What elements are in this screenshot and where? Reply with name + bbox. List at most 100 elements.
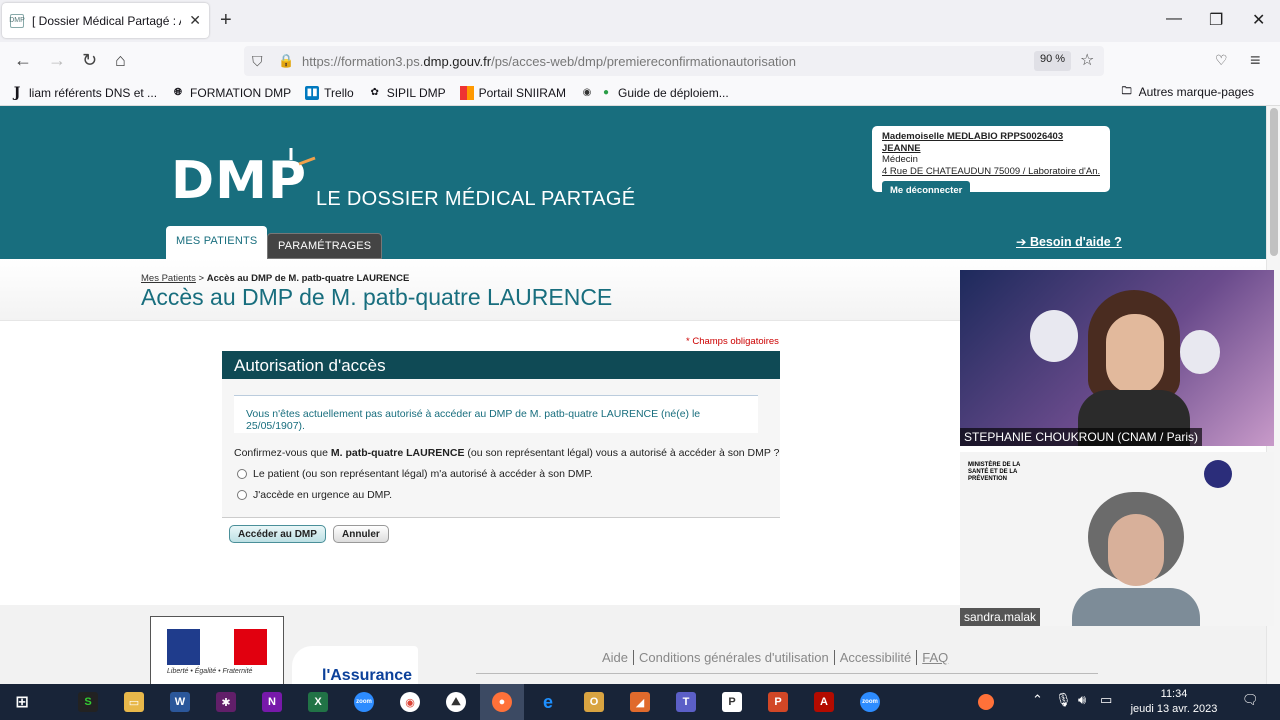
participant-name: sandra.malak [960,608,1041,626]
volume-icon[interactable]: 🔊︎ [1078,692,1086,708]
french-flag [167,629,267,665]
help-link[interactable]: ➔ Besoin d'aide ? [1016,234,1122,249]
app-icon-orange[interactable]: ◢ [630,692,650,712]
word-icon[interactable]: W [170,692,190,712]
restore-icon[interactable]: ❐ [1209,10,1223,30]
video-tile-sandra[interactable]: MINISTÈRE DE LA SANTÉ ET DE LA PRÉVENTIO… [960,452,1274,626]
radio-button[interactable] [237,490,247,500]
participant-name: STEPHANIE CHOUKROUN (CNAM / Paris) [960,428,1203,446]
photos-icon[interactable]: ⛰ [446,692,466,712]
close-tab-icon[interactable]: ✕ [189,12,201,29]
excel-icon[interactable]: X [308,692,328,712]
firefox-icon[interactable]: ● [492,692,512,712]
numerique-logo-icon [1204,460,1232,488]
app-icon-os[interactable]: O [584,692,604,712]
forward-icon[interactable]: → [48,50,66,70]
body [1072,588,1200,626]
network-icon[interactable]: ▭ [1100,692,1112,708]
notifications-icon[interactable]: 🗨︎ [1242,692,1259,708]
bookmark-item[interactable]: Jliam référents DNS et ... [10,85,157,101]
browser-tabbar: DMP [ Dossier Médical Partagé : Accès ✕ … [0,0,1280,42]
file-explorer-icon[interactable]: ▭ [124,692,144,712]
footer-link-faq[interactable]: FAQ [917,650,953,665]
pocket-icon[interactable]: ♡ [1215,50,1228,70]
confirmation-question: Confirmez-vous que M. patb-quatre LAUREN… [234,447,779,459]
reload-icon[interactable]: ↻ [82,50,97,70]
breadcrumb-link-mes-patients[interactable]: Mes Patients [141,273,196,284]
bookmark-label: SIPIL DMP [386,85,446,100]
radio-button[interactable] [237,469,247,479]
zoom-icon[interactable]: zoom [354,692,374,712]
address-bar[interactable]: ⛉ 🔒 https://formation3.ps.dmp.gouv.fr/ps… [244,46,1104,76]
bookmark-item[interactable]: ✿ SIPIL DMP [368,86,446,100]
trello-icon: ▮▮ [305,85,320,100]
lock-icon[interactable]: 🔒 [278,53,294,69]
close-window-icon[interactable]: ✕ [1252,10,1265,30]
powerpoint-icon[interactable]: P [768,692,788,712]
chevron-up-icon[interactable]: ⌃ [1032,692,1043,708]
footer-link-accessibilite[interactable]: Accessibilité [834,650,918,665]
question-text: Confirmez-vous que [234,447,331,459]
windows-taskbar: ⊞ S ▭ W ✱ N X zoom ◉ ⛰ ● e O ◢ T P P A z… [0,684,1280,720]
footer-link-cgu[interactable]: Conditions générales d'utilisation [634,650,835,665]
new-tab-button[interactable]: + [220,10,232,30]
user-address[interactable]: 4 Rue DE CHATEAUDUN 75009 / Laboratoire … [882,166,1100,178]
bookmark-item[interactable]: Portail SNIIRAM [459,85,566,100]
cancel-button[interactable]: Annuler [333,525,389,543]
url-text[interactable]: https://formation3.ps.dmp.gouv.fr/ps/acc… [302,54,796,69]
access-dmp-button[interactable]: Accéder au DMP [229,525,326,543]
microphone-icon[interactable]: 🎙︎ [1055,692,1072,708]
user-name[interactable]: Mademoiselle MEDLABIO RPPS0026403 JEANNE [882,131,1100,154]
bookmark-item[interactable]: ▮▮ Trello [305,85,354,100]
bookmark-item[interactable]: ◉ ● Guide de déploiem... [580,86,729,100]
globe-icon: 🌐︎ [174,87,183,98]
scrollbar-thumb[interactable] [1270,108,1278,256]
radio-patient-authorized[interactable]: Le patient (ou son représentant légal) m… [237,468,593,480]
bookmark-label: Trello [324,85,354,100]
firefox-tray-icon[interactable] [978,694,994,710]
menu-icon[interactable]: ≡ [1250,50,1261,70]
tab-title: [ Dossier Médical Partagé : Accès [32,13,181,28]
minimize-icon[interactable]: — [1166,10,1182,28]
acrobat-icon[interactable]: A [814,692,834,712]
onenote-icon[interactable]: N [262,692,282,712]
app-icon-s[interactable]: S [78,692,98,712]
chrome-icon[interactable]: ◉ [400,692,420,712]
zoom-level[interactable]: 90 % [1034,51,1072,71]
logo-spark-icon [289,148,316,166]
user-role: Médecin [882,154,918,165]
browser-tab[interactable]: DMP [ Dossier Médical Partagé : Accès ✕ [2,3,209,38]
slack-icon[interactable]: ✱ [216,692,236,712]
logout-button[interactable]: Me déconnecter [882,181,971,201]
user-box: Mademoiselle MEDLABIO RPPS0026403 JEANNE… [872,126,1110,201]
republique-motto: Liberté • Égalité • Fraternité [167,668,253,675]
teams-icon[interactable]: T [676,692,696,712]
footer-link-aide[interactable]: Aide [602,650,635,665]
authorization-panel: Autorisation d'accès Vous n'êtes actuell… [222,351,780,518]
start-icon[interactable]: ⊞ [12,692,32,712]
assurance-text: l'Assurance [322,667,413,684]
home-icon[interactable]: ⌂ [115,50,126,70]
breadcrumb: Mes Patients > Accès au DMP de M. patb-q… [141,273,409,284]
bookmark-label: Autres marque-pages [1138,85,1254,99]
tab-mes-patients[interactable]: MES PATIENTS [166,226,268,259]
other-bookmarks[interactable]: 🗀 Autres marque-pages [1120,85,1254,99]
edge-icon[interactable]: e [538,692,558,712]
tab-parametrages[interactable]: PARAMÉTRAGES [267,233,383,259]
browser-navbar: ← → ↻ ⌂ ⛉ 🔒 https://formation3.ps.dmp.go… [0,42,1280,80]
breadcrumb-separator: > [195,273,207,284]
required-note: * Champs obligatoires [686,336,779,347]
back-icon[interactable]: ← [14,50,32,70]
bookmark-item[interactable]: 🌐︎ FORMATION DMP [171,86,291,100]
zoom-icon[interactable]: zoom [860,692,880,712]
republique-logo: Liberté • Égalité • Fraternité [150,616,284,684]
system-clock[interactable]: 11:34 jeudi 13 avr. 2023 [1124,687,1224,717]
radio-emergency-access[interactable]: J'accède en urgence au DMP. [237,489,392,501]
video-tile-stephanie[interactable]: STEPHANIE CHOUKROUN (CNAM / Paris) [960,270,1274,446]
shield-icon[interactable]: ⛉ [252,53,263,70]
bookmark-star-icon[interactable]: ☆ [1080,50,1094,70]
sniiram-icon [459,85,474,100]
site-favicon-icon: DMP [9,13,25,28]
guide-icon: ◉ [582,87,592,98]
app-icon-p[interactable]: P [722,692,742,712]
